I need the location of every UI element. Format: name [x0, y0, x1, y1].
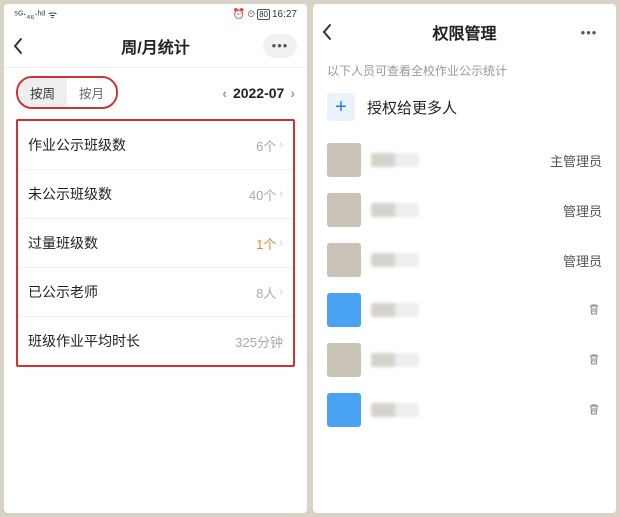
- user-row[interactable]: 管理员: [313, 185, 616, 235]
- status-right: ⏰ ⏲ 80 16:27: [233, 9, 297, 20]
- back-button[interactable]: [12, 24, 24, 67]
- stat-label: 作业公示班级数: [28, 135, 126, 155]
- back-button[interactable]: [321, 10, 333, 54]
- stat-value: 1个›: [256, 234, 283, 253]
- clock-text: 16:27: [272, 9, 297, 20]
- avatar: [327, 343, 361, 377]
- timer-icon: ⏲: [247, 9, 255, 20]
- add-user-label: 授权给更多人: [367, 97, 457, 118]
- stat-row: 班级作业平均时长 325分钟: [18, 316, 293, 365]
- stat-value: 40个›: [249, 185, 283, 204]
- stat-label: 过量班级数: [28, 233, 98, 253]
- plus-icon: +: [327, 93, 355, 121]
- avatar: [327, 143, 361, 177]
- trash-icon[interactable]: [586, 402, 602, 419]
- avatar: [327, 293, 361, 327]
- user-name-blur: [371, 403, 576, 417]
- more-button[interactable]: •••: [263, 34, 297, 58]
- stat-value: 8人›: [256, 283, 283, 302]
- date-value: 2022-07: [233, 85, 284, 101]
- stat-value: 6个›: [256, 136, 283, 155]
- battery-icon: 80: [257, 9, 270, 20]
- user-list: 主管理员管理员管理员: [313, 135, 616, 513]
- avatar: [327, 243, 361, 277]
- filter-row: 按周 按月 ‹ 2022-07 ›: [4, 68, 307, 119]
- left-header: 周/月统计 •••: [4, 24, 307, 68]
- user-role: 管理员: [563, 251, 602, 270]
- chevron-right-icon: ›: [279, 286, 283, 298]
- stat-row[interactable]: 已公示老师 8人›: [18, 267, 293, 316]
- stat-row[interactable]: 过量班级数 1个›: [18, 218, 293, 267]
- tab-month[interactable]: 按月: [67, 78, 116, 107]
- user-role: 主管理员: [550, 151, 602, 170]
- stat-value: 325分钟: [235, 332, 283, 351]
- right-header: 权限管理 •••: [313, 10, 616, 54]
- subtitle-text: 以下人员可查看全校作业公示统计: [313, 54, 616, 83]
- trash-icon[interactable]: [586, 302, 602, 319]
- user-row[interactable]: [313, 385, 616, 435]
- user-name-blur: [371, 253, 553, 267]
- user-role: 管理员: [563, 201, 602, 220]
- user-row[interactable]: [313, 285, 616, 335]
- chevron-left-icon[interactable]: ‹: [222, 85, 227, 101]
- user-name-blur: [371, 203, 553, 217]
- avatar: [327, 393, 361, 427]
- more-button[interactable]: •••: [572, 20, 606, 44]
- trash-icon[interactable]: [586, 352, 602, 369]
- chevron-right-icon[interactable]: ›: [290, 85, 295, 101]
- date-selector[interactable]: ‹ 2022-07 ›: [222, 85, 295, 101]
- stat-label: 已公示老师: [28, 282, 98, 302]
- chevron-right-icon: ›: [279, 139, 283, 151]
- page-title: 周/月统计: [121, 34, 189, 58]
- user-row[interactable]: [313, 335, 616, 385]
- status-bar: ⁵ᴳ‧₄₆‧ʰᵈ ᯤ ⏰ ⏲ 80 16:27: [4, 4, 307, 24]
- user-name-blur: [371, 353, 576, 367]
- user-row[interactable]: 管理员: [313, 235, 616, 285]
- chevron-right-icon: ›: [279, 237, 283, 249]
- stat-row[interactable]: 未公示班级数 40个›: [18, 169, 293, 218]
- stat-row[interactable]: 作业公示班级数 6个›: [18, 121, 293, 169]
- user-row[interactable]: 主管理员: [313, 135, 616, 185]
- page-title: 权限管理: [432, 20, 496, 44]
- avatar: [327, 193, 361, 227]
- signal-icons: ⁵ᴳ‧₄₆‧ʰᵈ ᯤ: [14, 7, 57, 21]
- stats-box: 作业公示班级数 6个› 未公示班级数 40个› 过量班级数 1个› 已公示老师 8人› 班级作业…: [16, 119, 295, 367]
- tab-week[interactable]: 按周: [18, 78, 67, 107]
- add-user-row[interactable]: + 授权给更多人: [313, 83, 616, 135]
- left-screen: ⁵ᴳ‧₄₆‧ʰᵈ ᯤ ⏰ ⏲ 80 16:27 周/月统计 ••• 按周 按月 …: [4, 4, 307, 513]
- period-segment: 按周 按月: [16, 76, 118, 109]
- stat-label: 未公示班级数: [28, 184, 112, 204]
- alarm-icon: ⏰: [233, 9, 245, 20]
- user-name-blur: [371, 303, 576, 317]
- user-name-blur: [371, 153, 540, 167]
- chevron-right-icon: ›: [279, 188, 283, 200]
- right-screen: 权限管理 ••• 以下人员可查看全校作业公示统计 + 授权给更多人 主管理员管理…: [313, 4, 616, 513]
- stat-label: 班级作业平均时长: [28, 331, 140, 351]
